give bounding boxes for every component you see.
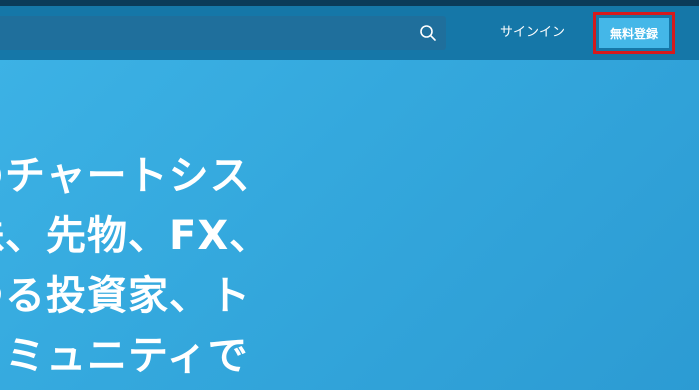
- search-icon[interactable]: [419, 24, 437, 42]
- signup-highlight-box: 無料登録: [593, 12, 675, 54]
- search-bar[interactable]: [0, 16, 446, 50]
- hero-line: のチャートシス: [0, 153, 251, 199]
- hero-headline: のチャートシス 株、先物、FX、 ゆる投資家、ト コミュニティで: [0, 146, 270, 386]
- hero-line: コミュニティで: [0, 333, 249, 379]
- hero-line: ゆる投資家、ト: [0, 273, 251, 319]
- hero-line: 株、先物、FX、: [0, 213, 271, 259]
- page: サインイン 無料登録 のチャートシス 株、先物、FX、 ゆる投資家、ト コミュニ…: [0, 0, 699, 390]
- signup-button[interactable]: 無料登録: [599, 18, 669, 48]
- signin-link[interactable]: サインイン: [500, 20, 565, 46]
- search-input[interactable]: [0, 16, 400, 50]
- header-bar: サインイン 無料登録: [0, 6, 699, 60]
